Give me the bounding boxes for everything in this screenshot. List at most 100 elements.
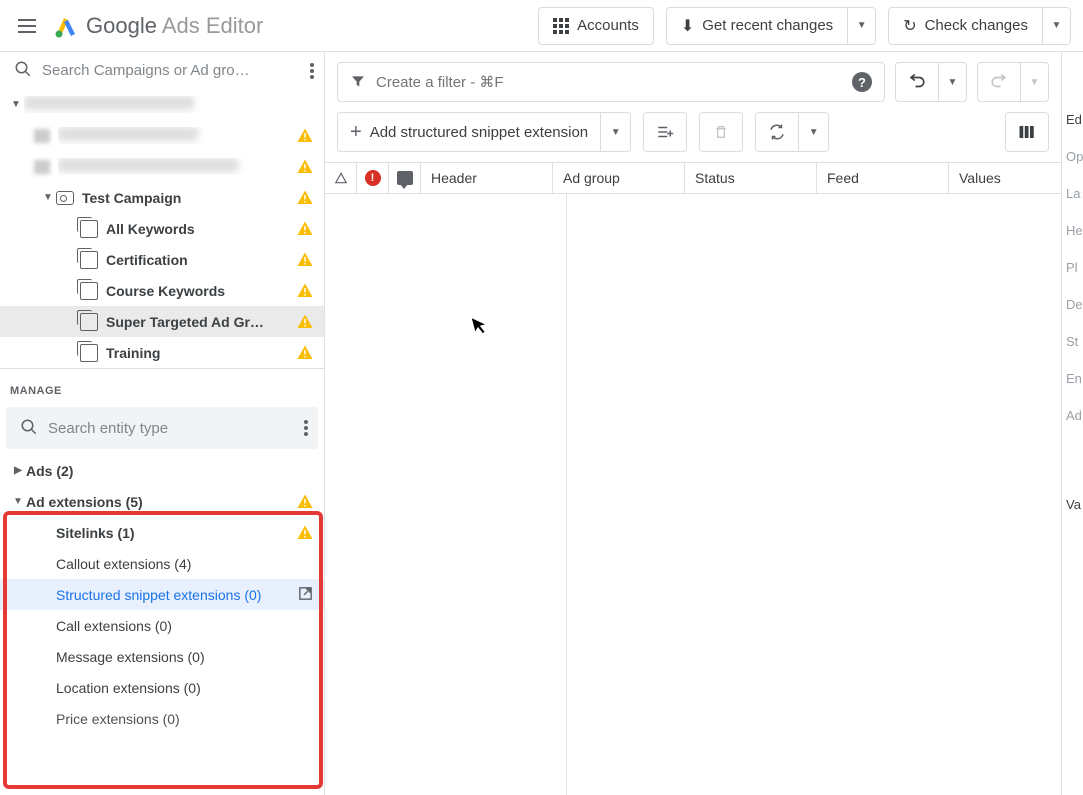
entity-label: Price extensions (0)	[56, 711, 314, 727]
entity-callout[interactable]: Callout extensions (4)	[0, 548, 324, 579]
campaign-search-more-icon[interactable]	[310, 63, 314, 79]
get-recent-dropdown[interactable]: ▼	[848, 7, 876, 45]
adgroup-label: Super Targeted Ad Gr…	[106, 314, 296, 330]
th-label: Status	[695, 170, 735, 186]
entity-label: Structured snippet extensions (0)	[56, 587, 297, 603]
adgroup-label: Course Keywords	[106, 283, 296, 299]
campaign-label: Test Campaign	[82, 190, 296, 206]
sidebar: ▼ ▼ Test Campaign All Keywords	[0, 52, 325, 795]
hamburger-menu-icon[interactable]	[12, 13, 42, 39]
adgroup-row[interactable]: Course Keywords	[0, 275, 324, 306]
filter-box: ?	[337, 62, 885, 102]
warning-icon	[296, 158, 314, 176]
check-changes-dropdown[interactable]: ▼	[1043, 7, 1071, 45]
th-header[interactable]: Header	[421, 163, 553, 193]
entity-call[interactable]: Call extensions (0)	[0, 610, 324, 641]
refresh-icon: ↻	[903, 16, 916, 36]
table-body	[325, 194, 1061, 795]
table-header: ! Header Ad group Status Feed Values	[325, 162, 1061, 194]
right-edit: Ed	[1066, 112, 1079, 127]
warning-icon	[296, 282, 314, 300]
redo-dropdown[interactable]: ▼	[1021, 62, 1049, 102]
filter-toolbar: ? ▼ ▼	[325, 52, 1061, 112]
add-extension-dropdown[interactable]: ▼	[601, 112, 631, 152]
open-external-icon[interactable]	[297, 585, 314, 605]
campaign-search-input[interactable]	[42, 62, 300, 79]
replace-dropdown[interactable]: ▼	[799, 112, 829, 152]
adgroup-icon	[80, 220, 98, 238]
entity-search-more-icon[interactable]	[304, 420, 308, 436]
entity-message[interactable]: Message extensions (0)	[0, 641, 324, 672]
th-label: Values	[959, 170, 1001, 186]
account-child-row[interactable]	[0, 120, 324, 151]
entity-sitelinks[interactable]: Sitelinks (1)	[0, 517, 324, 548]
entity-ads[interactable]: ▶ Ads (2)	[0, 455, 324, 486]
app-title: Google Ads Editor	[86, 13, 263, 39]
undo-dropdown[interactable]: ▼	[939, 62, 967, 102]
filter-input[interactable]	[376, 74, 842, 91]
get-recent-changes-button[interactable]: ⬇ Get recent changes	[666, 7, 848, 45]
help-icon[interactable]: ?	[852, 72, 872, 92]
entity-ad-extensions[interactable]: ▼ Ad extensions (5)	[0, 486, 324, 517]
search-icon	[14, 60, 32, 81]
th-comment[interactable]	[389, 163, 421, 193]
check-changes-button[interactable]: ↻ Check changes	[888, 7, 1043, 45]
warning-icon	[296, 493, 314, 511]
th-feed[interactable]: Feed	[817, 163, 949, 193]
th-error[interactable]: !	[357, 163, 389, 193]
manage-header: MANAGE	[0, 369, 324, 407]
account-row[interactable]: ▼	[0, 89, 324, 120]
warning-icon	[296, 251, 314, 269]
adgroup-icon	[80, 313, 98, 331]
right-item: St	[1066, 334, 1079, 349]
warning-icon	[296, 220, 314, 238]
warning-icon	[296, 189, 314, 207]
replace-button[interactable]	[755, 112, 799, 152]
adgroup-label: All Keywords	[106, 221, 296, 237]
th-status[interactable]: Status	[685, 163, 817, 193]
collapse-icon: ▼	[40, 192, 56, 203]
add-extension-button[interactable]: + Add structured snippet extension	[337, 112, 601, 152]
collapse-icon: ▼	[8, 99, 24, 110]
add-button-label: Add structured snippet extension	[370, 124, 588, 141]
get-recent-label: Get recent changes	[702, 17, 833, 34]
error-icon: !	[365, 170, 381, 186]
adgroup-icon	[80, 282, 98, 300]
top-bar: Google Ads Editor Accounts ⬇ Get recent …	[0, 0, 1083, 52]
right-values: Va	[1066, 497, 1079, 512]
columns-button[interactable]	[1005, 112, 1049, 152]
adgroup-row[interactable]: Training	[0, 337, 324, 368]
adgroup-icon	[80, 344, 98, 362]
multi-add-button[interactable]	[643, 112, 687, 152]
undo-button[interactable]	[895, 62, 939, 102]
right-panel: Ed Op La He Pl De St En Ad Va	[1061, 52, 1083, 795]
right-item: Ad	[1066, 408, 1079, 423]
app-logo: Google Ads Editor	[54, 13, 263, 39]
th-delta[interactable]	[325, 163, 357, 193]
th-values[interactable]: Values	[949, 163, 1061, 193]
entity-label: Ads (2)	[26, 463, 314, 479]
right-item: En	[1066, 371, 1079, 386]
entity-price[interactable]: Price extensions (0)	[0, 703, 324, 734]
account-child-row[interactable]	[0, 151, 324, 182]
accounts-button[interactable]: Accounts	[538, 7, 654, 45]
entity-location[interactable]: Location extensions (0)	[0, 672, 324, 703]
adgroup-row[interactable]: Certification	[0, 244, 324, 275]
campaign-row[interactable]: ▼ Test Campaign	[0, 182, 324, 213]
right-item: La	[1066, 186, 1079, 201]
adgroup-row-selected[interactable]: Super Targeted Ad Gr…	[0, 306, 324, 337]
plus-icon: +	[350, 121, 362, 144]
entity-label: Callout extensions (4)	[56, 556, 314, 572]
right-item: De	[1066, 297, 1079, 312]
campaign-icon	[56, 191, 74, 205]
adgroup-row[interactable]: All Keywords	[0, 213, 324, 244]
right-item: Pl	[1066, 260, 1079, 275]
entity-search-input[interactable]	[48, 420, 294, 437]
entity-structured-snippet[interactable]: Structured snippet extensions (0)	[0, 579, 324, 610]
delete-button[interactable]	[699, 112, 743, 152]
redo-button[interactable]	[977, 62, 1021, 102]
right-item: Op	[1066, 149, 1079, 164]
th-label: Header	[431, 170, 477, 186]
th-adgroup[interactable]: Ad group	[553, 163, 685, 193]
comment-icon	[397, 171, 413, 185]
